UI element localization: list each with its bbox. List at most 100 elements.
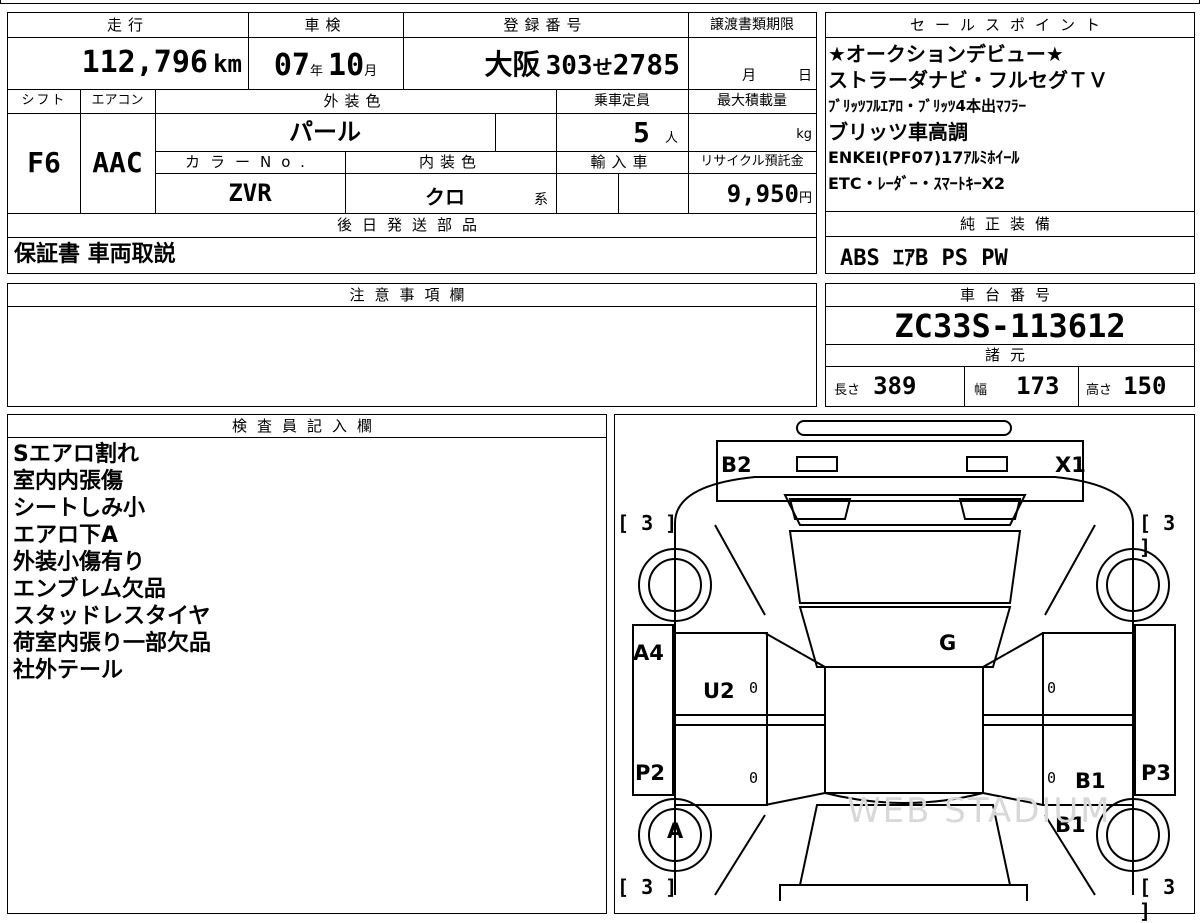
color-no-value: ZVR (228, 179, 272, 207)
recycle-value: 9,950円 (688, 173, 816, 213)
transfer-month-unit: 月 (742, 68, 756, 84)
top-strip (0, 0, 1200, 4)
tire-depth-value: 3 (641, 511, 654, 535)
aircon-header: エアコン (91, 93, 144, 108)
inspection-header: 車検 (304, 16, 347, 34)
zero-mark: 0 (749, 769, 759, 787)
mark-p3: P3 (1141, 761, 1172, 785)
sales-points-block: セールスポイント ★オークションデビュー★ ストラーダナビ・フルセグＴＶ ﾌﾞﾘ… (825, 12, 1195, 212)
inspector-notes-block: 検査員記入欄 Sエアロ割れ 室内内張傷 シートしみ小 エアロ下A 外装小傷有り … (7, 414, 607, 914)
registration-class: 303 (545, 51, 593, 81)
mark-b2: B2 (721, 453, 752, 477)
spec-length: 長さ 389 (826, 366, 964, 406)
zero-mark: 0 (749, 679, 759, 697)
transfer-deadline-value: 月 日 (688, 37, 816, 89)
inspection-year: 07 (273, 48, 310, 83)
spec-height-value: 150 (1123, 372, 1167, 400)
shift-value: F6 (27, 146, 61, 179)
mark-a4: A4 (633, 641, 664, 665)
inspection-year-unit: 年 (309, 64, 323, 79)
mileage-number: 112,796 (81, 45, 208, 80)
sales-point-2: ストラーダナビ・フルセグＴＶ (828, 68, 1108, 92)
registration-kana: せ (592, 55, 613, 79)
sales-point-3: ﾌﾞﾘｯﾂﾌﾙｴｱﾛ・ﾌﾞﾘｯﾂ4本出ﾏﾌﾗｰ (828, 97, 1026, 115)
registration-header: 登録番号 (503, 16, 588, 34)
spec-width: 幅 173 (964, 366, 1078, 406)
capacity-value: 5 人 (556, 113, 688, 151)
transfer-deadline-header: 譲渡書類期限 (710, 17, 794, 33)
interior-color-header: 内装色 (418, 153, 482, 171)
inspector-note-9: 社外テール (13, 658, 124, 683)
mark-p2: P2 (635, 761, 666, 785)
inspection-month: 10 (328, 48, 365, 83)
tire-depth-value: 3 (641, 875, 654, 899)
sales-point-4: ブリッツ車高調 (828, 120, 968, 144)
inspection-month-unit: 月 (364, 64, 378, 79)
vehicle-info-block: 走行 車検 登録番号 譲渡書類期限 112,796 km 07年 10月 大阪 … (7, 12, 817, 274)
notes-block: 注意事項欄 (7, 283, 817, 407)
recycle-header: リサイクル預託金 (700, 154, 804, 169)
inspector-note-3: シートしみ小 (13, 496, 146, 521)
tire-depth-front-right: [ 3 ] (1139, 511, 1176, 559)
interior-color-value: クロ 系 (345, 173, 556, 213)
registration-value: 大阪 303せ2785 (403, 37, 688, 89)
tire-depth-value: 3 (1163, 511, 1176, 535)
zero-mark: 0 (1047, 769, 1057, 787)
shift-header: シフト (21, 93, 67, 108)
tire-depth-rear-left: [ 3 ] (617, 875, 678, 899)
sales-points-header: セールスポイント (826, 13, 1194, 38)
tire-depth-value: 3 (1163, 875, 1176, 899)
transfer-day-unit: 日 (798, 68, 812, 84)
sales-point-6: ETC・ﾚｰﾀﾞｰ・ｽﾏｰﾄｷｰX2 (828, 174, 1006, 193)
genuine-equipment-block: 純正装備 ABS ｴｱB PS PW (825, 212, 1195, 274)
chassis-number: ZC33S-113612 (894, 307, 1126, 345)
car-diagram-block: [ 3 ] [ 3 ] [ 3 ] [ 3 ] B2 X1 G A4 U2 P2… (614, 414, 1195, 923)
later-parts-header: 後日発送部品 (336, 216, 487, 234)
import-header: 輸入車 (590, 153, 654, 171)
mark-b1-door: B1 (1075, 769, 1106, 793)
recycle-unit: 円 (798, 191, 812, 206)
interior-color-suffix: 系 (534, 192, 548, 208)
inspector-note-2: 室内内張傷 (13, 469, 124, 494)
spec-width-label: 幅 (974, 383, 988, 398)
sales-point-5: ENKEI(PF07)17ｱﾙﾐﾎｲｰﾙ (828, 148, 1020, 167)
inspector-header: 検査員記入欄 (8, 415, 606, 438)
max-load-value: kg (796, 127, 812, 142)
capacity-unit: 人 (664, 131, 678, 146)
mark-u2: U2 (703, 679, 735, 703)
inspector-note-4: エアロ下A (13, 523, 119, 548)
mileage-unit: km (213, 50, 242, 78)
color-no-header: カラーNo. (185, 153, 315, 171)
inspector-note-7: スタッドレスタイヤ (13, 604, 211, 629)
exterior-color-header: 外装色 (323, 92, 387, 110)
genuine-equipment-value: ABS ｴｱB PS PW (840, 246, 1008, 271)
mark-x1: X1 (1055, 453, 1086, 477)
mileage-header: 走行 (106, 16, 149, 34)
mileage-value: 112,796 km (8, 37, 248, 89)
mark-a: A (667, 819, 684, 843)
capacity-header: 乗車定員 (594, 93, 650, 109)
registration-number: 2785 (612, 48, 680, 81)
sales-point-1: ★オークションデビュー★ (828, 42, 1064, 66)
aircon-value: AAC (92, 146, 143, 179)
chassis-block: 車台番号 ZC33S-113612 諸元 長さ 389 幅 173 高さ 150 (825, 283, 1195, 407)
zero-mark: 0 (1047, 679, 1057, 697)
inspection-value: 07年 10月 (248, 37, 403, 89)
watermark: WEB STADIUM (847, 791, 1112, 831)
exterior-color-value: パール (289, 118, 361, 146)
inspector-note-6: エンブレム欠品 (13, 577, 166, 602)
chassis-header: 車台番号 (826, 284, 1194, 307)
spec-height: 高さ 150 (1078, 366, 1194, 406)
tire-depth-rear-right: [ 3 ] (1139, 875, 1176, 923)
spec-height-label: 高さ (1086, 383, 1113, 398)
inspector-note-1: Sエアロ割れ (13, 442, 139, 467)
tire-depth-front-left: [ 3 ] (617, 511, 678, 535)
specs-header: 諸元 (984, 346, 1035, 364)
mark-g: G (939, 631, 957, 655)
genuine-equipment-header: 純正装備 (826, 212, 1194, 237)
capacity-number: 5 (633, 116, 650, 149)
inspector-note-5: 外装小傷有り (13, 550, 146, 575)
notes-header: 注意事項欄 (8, 284, 816, 307)
inspector-note-8: 荷室内張り一部欠品 (13, 631, 212, 656)
later-parts-value: 保証書 車両取説 (14, 242, 176, 267)
